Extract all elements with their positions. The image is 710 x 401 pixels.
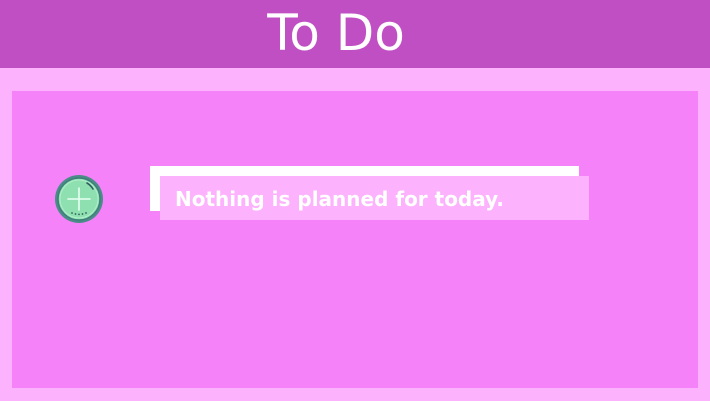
add-task-button[interactable] — [54, 174, 104, 224]
app-header: To Do — [0, 0, 710, 68]
empty-state-card: Nothing is planned for today. — [160, 176, 589, 220]
empty-state-message: Nothing is planned for today. — [175, 187, 504, 211]
app-title: To Do — [267, 4, 405, 62]
plus-circle-icon — [55, 175, 103, 223]
task-panel: Nothing is planned for today. — [12, 91, 698, 388]
